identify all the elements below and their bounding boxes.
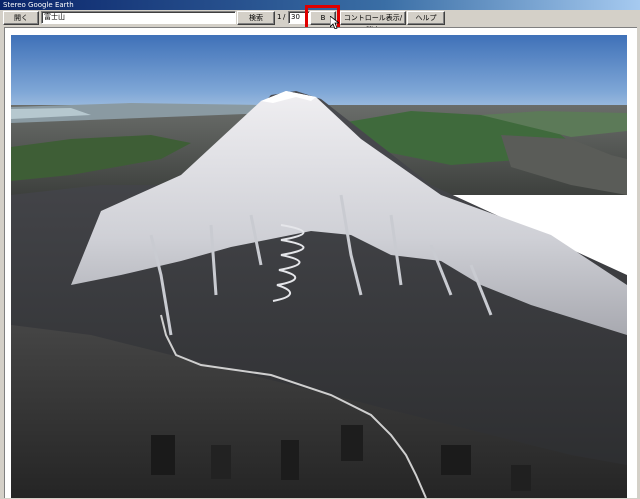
page-current: 1 xyxy=(277,13,282,21)
help-button[interactable]: ヘルプ xyxy=(407,11,445,25)
window-title: Stereo Google Earth xyxy=(3,1,74,9)
page-separator: / xyxy=(283,13,286,21)
toolbar: 開く 富士山 検索 1 / 30 B コントロール表示/消去 ヘルプ xyxy=(0,10,640,34)
search-input[interactable]: 富士山 xyxy=(41,11,236,24)
open-button[interactable]: 開く xyxy=(3,11,39,25)
toggle-controls-button[interactable]: コントロール表示/消去 xyxy=(340,11,406,34)
mouse-cursor-icon xyxy=(330,16,339,29)
page-total-field[interactable]: 30 xyxy=(288,11,310,24)
map-viewport[interactable] xyxy=(4,27,637,498)
window-title-bar: Stereo Google Earth xyxy=(0,0,640,10)
terrain-view[interactable] xyxy=(11,35,627,498)
search-button[interactable]: 検索 xyxy=(237,11,275,25)
